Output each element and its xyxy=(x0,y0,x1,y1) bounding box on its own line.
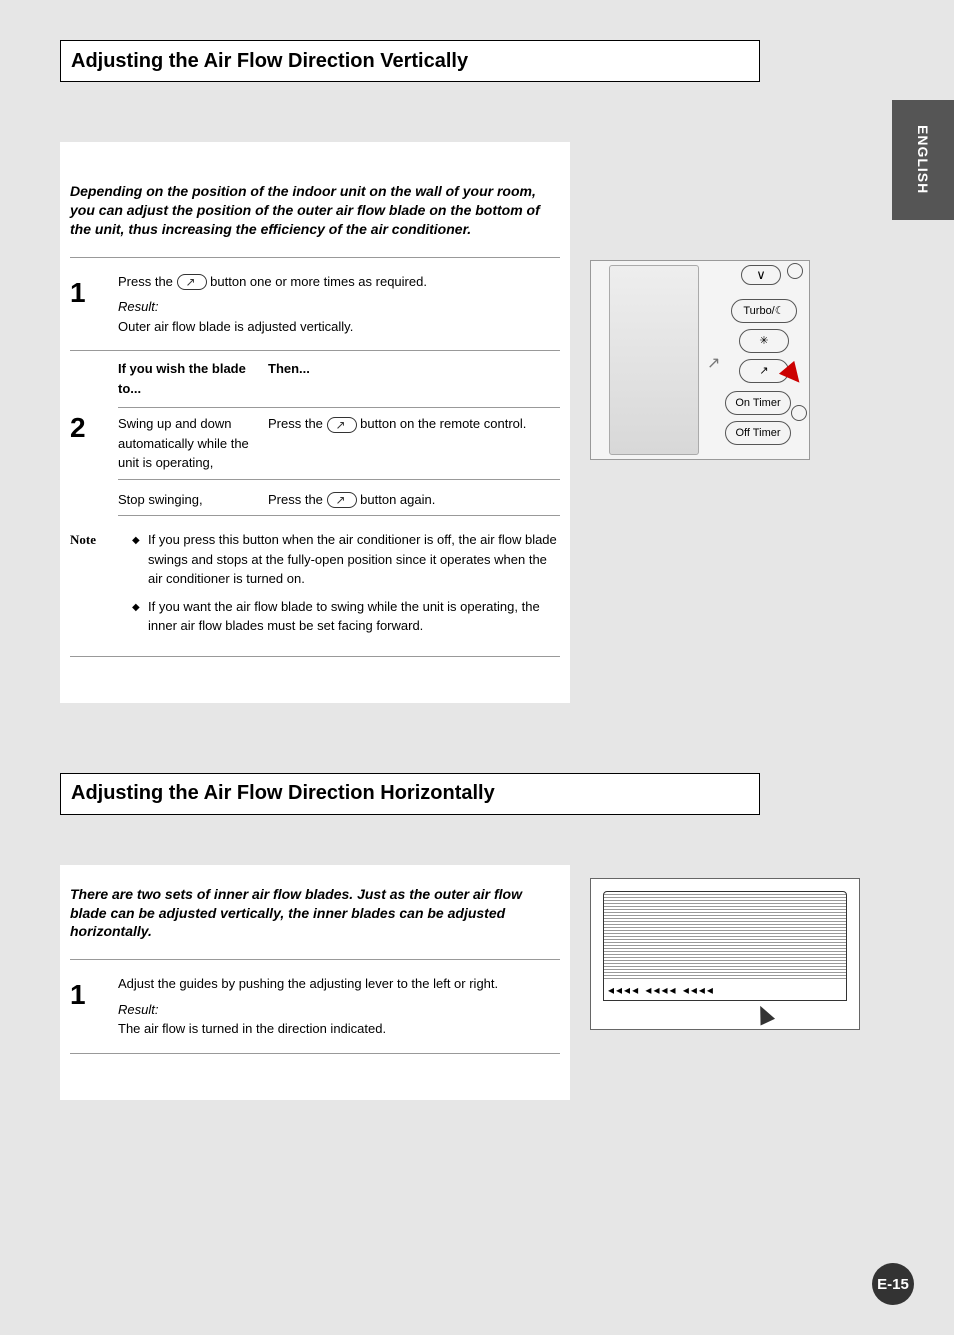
step-number: 1 xyxy=(70,974,100,1039)
result-text: The air flow is turned in the direction … xyxy=(118,1019,518,1039)
cond-cell-2a: Stop swinging, xyxy=(118,484,268,517)
remote-figure: ↗ ∨ Turbo/☾ ✳ ↗ On Timer Off Timer xyxy=(590,260,810,460)
note-row: Note If you press this button when the a… xyxy=(70,524,560,650)
note-bullet-1: If you press this button when the air co… xyxy=(132,530,560,589)
result-label: Result: xyxy=(118,297,170,317)
step-text: Adjust the guides by pushing the adjusti… xyxy=(118,976,498,991)
remote-display xyxy=(609,265,699,455)
blade-arrow-icon xyxy=(753,1002,775,1025)
swing-icon xyxy=(327,492,357,508)
condition-header: 2 If you wish the blade to... Then... xyxy=(70,357,560,403)
section2-body: There are two sets of inner air flow bla… xyxy=(60,865,570,1100)
step-1: 1 Press the button one or more times as … xyxy=(70,264,560,345)
step-lead: Press the xyxy=(118,274,173,289)
section2-title-box: Adjusting the Air Flow Direction Horizon… xyxy=(60,773,760,815)
temp-down-button[interactable]: ∨ xyxy=(741,265,781,285)
sleep-icon: ☾ xyxy=(775,305,785,317)
result-text: Outer air flow blade is adjusted vertica… xyxy=(118,317,518,337)
divider xyxy=(70,257,560,258)
cond-cell-1c: button on the remote control. xyxy=(360,416,526,431)
divider xyxy=(70,350,560,351)
result-row: Result: Outer air flow blade is adjusted… xyxy=(118,297,560,336)
condition-row-2: Stop swinging, Press the button again. xyxy=(70,484,560,525)
result-label: Result: xyxy=(118,1000,170,1020)
section1-body: Depending on the position of the indoor … xyxy=(60,142,570,703)
on-timer-button[interactable]: On Timer xyxy=(725,391,791,415)
language-tab: ENGLISH xyxy=(892,100,954,220)
section2-intro: There are two sets of inner air flow bla… xyxy=(70,885,560,942)
note-label: Note xyxy=(70,530,118,644)
condition-row-1: 2 Swing up and down automatically while … xyxy=(70,403,560,484)
step-tail: button one or more times as required. xyxy=(210,274,427,289)
note-bullet-2: If you want the air flow blade to swing … xyxy=(132,597,560,636)
swing-icon xyxy=(327,417,357,433)
divider xyxy=(70,1053,560,1054)
ac-unit-figure: ◂◂◂◂ ◂◂◂◂ ◂◂◂◂ xyxy=(590,878,860,1030)
divider xyxy=(70,656,560,657)
then-col-header: Then... xyxy=(268,359,310,401)
ac-vent-blades: ◂◂◂◂ ◂◂◂◂ ◂◂◂◂ xyxy=(603,981,847,1001)
step-number-2: 2 xyxy=(70,407,100,480)
step-number: 1 xyxy=(70,272,100,337)
fan-button[interactable]: ✳ xyxy=(739,329,789,353)
turbo-button[interactable]: Turbo/☾ xyxy=(731,299,797,323)
cond-cell-1a: Swing up and down automatically while th… xyxy=(118,407,268,480)
off-timer-button[interactable]: Off Timer xyxy=(725,421,791,445)
cond-cell-2b: Press the xyxy=(268,492,323,507)
divider xyxy=(70,959,560,960)
cond-cell-1b: Press the xyxy=(268,416,323,431)
section1-title: Adjusting the Air Flow Direction Vertica… xyxy=(71,50,468,73)
clock-icon xyxy=(791,405,807,421)
section2-title: Adjusting the Air Flow Direction Horizon… xyxy=(71,782,495,805)
cond-cell-2c: button again. xyxy=(360,492,435,507)
cond-col-header: If you wish the blade to... xyxy=(118,359,268,401)
section1-title-box: Adjusting the Air Flow Direction Vertica… xyxy=(60,40,760,82)
swing-indicator-icon: ↗ xyxy=(707,353,720,373)
section2-step-1: 1 Adjust the guides by pushing the adjus… xyxy=(70,966,560,1047)
ring-icon xyxy=(787,263,803,279)
section1-intro: Depending on the position of the indoor … xyxy=(70,182,560,239)
turbo-label: Turbo/ xyxy=(743,305,774,317)
swing-icon xyxy=(177,274,207,290)
step-body: Press the button one or more times as re… xyxy=(118,272,560,337)
page-number: E-15 xyxy=(872,1263,914,1305)
